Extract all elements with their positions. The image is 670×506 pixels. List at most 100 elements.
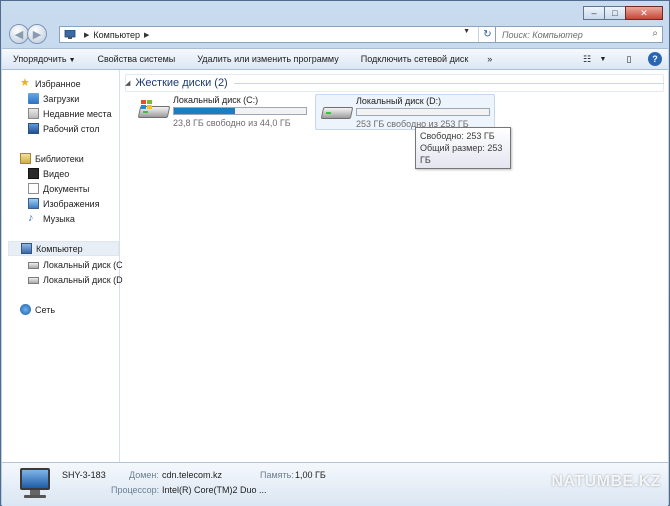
close-button[interactable]: ✕ (625, 6, 663, 20)
system-properties-button[interactable]: Свойства системы (87, 54, 187, 64)
memory-value: 1,00 ГБ (295, 470, 326, 480)
view-dropdown-icon[interactable]: ▼ (596, 52, 610, 66)
search-input[interactable]: Поиск: Компьютер ⌕ (495, 26, 663, 43)
sidebar-item-label: Изображения (43, 198, 100, 209)
command-bar: Упорядочить ▼ Свойства системы Удалить ил… (2, 48, 668, 70)
help-icon[interactable]: ? (648, 52, 662, 66)
drive-usage-fill (174, 108, 235, 114)
organize-label: Упорядочить (13, 54, 67, 64)
documents-library-icon (28, 183, 39, 194)
sidebar-item-label: Музыка (43, 213, 75, 224)
view-options-icon[interactable]: ☷ (580, 52, 594, 66)
windows-drive-icon (28, 262, 39, 269)
sidebar-item-label: Рабочий стол (43, 123, 100, 134)
windows-drive-icon (137, 100, 171, 120)
pictures-library-icon (28, 198, 39, 209)
desktop-icon (28, 123, 39, 134)
organize-button[interactable]: Упорядочить ▼ (2, 54, 87, 64)
sidebar-item-pictures[interactable]: Изображения (28, 196, 100, 211)
libraries-icon (20, 153, 31, 164)
computer-name: SHY-3-183 (62, 470, 106, 480)
sidebar-item-label: Библиотеки (35, 153, 84, 164)
sidebar-item-label: Локальный диск (C (43, 259, 123, 270)
network-icon (20, 304, 31, 315)
processor-value: Intel(R) Core(TM)2 Duo ... (162, 485, 267, 495)
drive-c-tile[interactable]: Локальный диск (C:) 23,8 ГБ свободно из … (133, 94, 311, 130)
star-icon: ★ (20, 77, 30, 89)
more-commands-button[interactable]: » (479, 54, 500, 64)
recent-places-icon (28, 108, 39, 119)
hard-drive-icon (320, 101, 354, 121)
sidebar-item-favorites[interactable]: ★ Избранное (20, 76, 81, 91)
sidebar-item-label: Компьютер (36, 243, 83, 254)
drive-usage-bar (173, 107, 307, 115)
sidebar-item-label: Загрузки (43, 93, 80, 104)
minimize-button[interactable]: – (583, 6, 605, 20)
back-button[interactable]: ◀ (9, 24, 29, 44)
breadcrumb-computer[interactable]: Компьютер (93, 30, 140, 40)
domain-label: Домен: (129, 470, 159, 480)
memory-label: Память: (260, 470, 294, 480)
processor-label: Процессор: (111, 485, 160, 495)
search-icon[interactable]: ⌕ (652, 28, 658, 39)
windows-logo-icon (141, 100, 153, 110)
computer-monitor-icon (18, 468, 52, 500)
sidebar-item-drive-d[interactable]: Локальный диск (D (28, 272, 123, 287)
map-network-drive-button[interactable]: Подключить сетевой диск (350, 54, 480, 64)
sidebar-item-drive-c[interactable]: Локальный диск (C (28, 257, 123, 272)
refresh-button[interactable]: ↻ (478, 27, 496, 42)
hard-drive-icon (28, 277, 39, 284)
sidebar-item-label: Видео (43, 168, 70, 179)
sidebar-item-network[interactable]: Сеть (20, 302, 55, 317)
watermark: NATUMBE.KZ (551, 473, 661, 490)
sidebar-item-label: Сеть (35, 304, 56, 315)
sidebar-item-documents[interactable]: Документы (28, 181, 89, 196)
tooltip-free: Свободно: 253 ГБ (420, 131, 495, 141)
video-library-icon (28, 168, 39, 179)
window-controls: – □ ✕ (583, 6, 663, 20)
drive-free-space: 23,8 ГБ свободно из 44,0 ГБ (173, 118, 291, 128)
navigation-bar: ◀ ▶ ▶ Компьютер ▶ ▼ ↻ Поиск: Компьютер ⌕ (7, 22, 663, 46)
address-bar[interactable]: ▶ Компьютер ▶ ▼ ↻ (59, 26, 497, 43)
music-note-icon: ♪ (28, 212, 34, 224)
domain-value: cdn.telecom.kz (162, 470, 223, 480)
group-title: Жесткие диски (2) (135, 77, 228, 89)
drive-d-tile[interactable]: Локальный диск (D:) 253 ГБ свободно из 2… (315, 94, 495, 130)
drive-tooltip: Свободно: 253 ГБ Общий размер: 253 ГБ (415, 127, 511, 169)
sidebar-item-recent-places[interactable]: Недавние места (28, 106, 112, 121)
sidebar-item-label: Недавние места (43, 108, 112, 119)
group-divider (233, 82, 664, 84)
drive-name: Локальный диск (D:) (356, 96, 442, 106)
collapse-caret-icon[interactable]: ◢ (125, 79, 130, 87)
toolbar-right: ☷ ▼ ▯ ? (568, 52, 662, 66)
computer-icon (21, 243, 32, 254)
sidebar-item-downloads[interactable]: Загрузки (28, 91, 79, 106)
tooltip-total: Общий размер: 253 ГБ (420, 143, 503, 165)
maximize-button[interactable]: □ (604, 6, 626, 20)
chevron-down-icon: ▼ (68, 57, 76, 64)
sidebar-item-music[interactable]: ♪ Музыка (28, 211, 75, 226)
preview-pane-icon[interactable]: ▯ (622, 52, 636, 66)
sidebar-item-label: Избранное (35, 78, 81, 89)
drive-name: Локальный диск (C:) (173, 95, 259, 105)
address-dropdown-icon[interactable]: ▼ (463, 28, 470, 35)
breadcrumb-separator-icon[interactable]: ▶ (144, 31, 149, 39)
content-pane: ◢ Жесткие диски (2) Локальный диск (C:) (121, 70, 668, 462)
sidebar-item-label: Документы (43, 183, 90, 194)
computer-icon (64, 29, 76, 39)
sidebar-item-label: Локальный диск (D (43, 274, 123, 285)
sidebar-item-desktop[interactable]: Рабочий стол (28, 121, 100, 136)
breadcrumb-separator-icon[interactable]: ▶ (84, 31, 89, 39)
group-header-hard-drives[interactable]: ◢ Жесткие диски (2) (125, 75, 664, 91)
drive-usage-bar (356, 108, 490, 116)
uninstall-program-button[interactable]: Удалить или изменить программу (186, 54, 349, 64)
explorer-window: – □ ✕ ◀ ▶ ▶ Компьютер ▶ ▼ ↻ Поиск: Компь… (0, 0, 670, 506)
sidebar-item-video[interactable]: Видео (28, 166, 69, 181)
sidebar-item-computer[interactable]: Компьютер (8, 241, 119, 256)
forward-button[interactable]: ▶ (27, 24, 47, 44)
downloads-folder-icon (28, 93, 39, 104)
navigation-pane: ★ Избранное Загрузки Недавние места Рабо… (2, 70, 123, 462)
sidebar-item-libraries[interactable]: Библиотеки (20, 151, 84, 166)
main-area: ★ Избранное Загрузки Недавние места Рабо… (2, 70, 668, 462)
search-placeholder: Поиск: Компьютер (502, 29, 583, 40)
